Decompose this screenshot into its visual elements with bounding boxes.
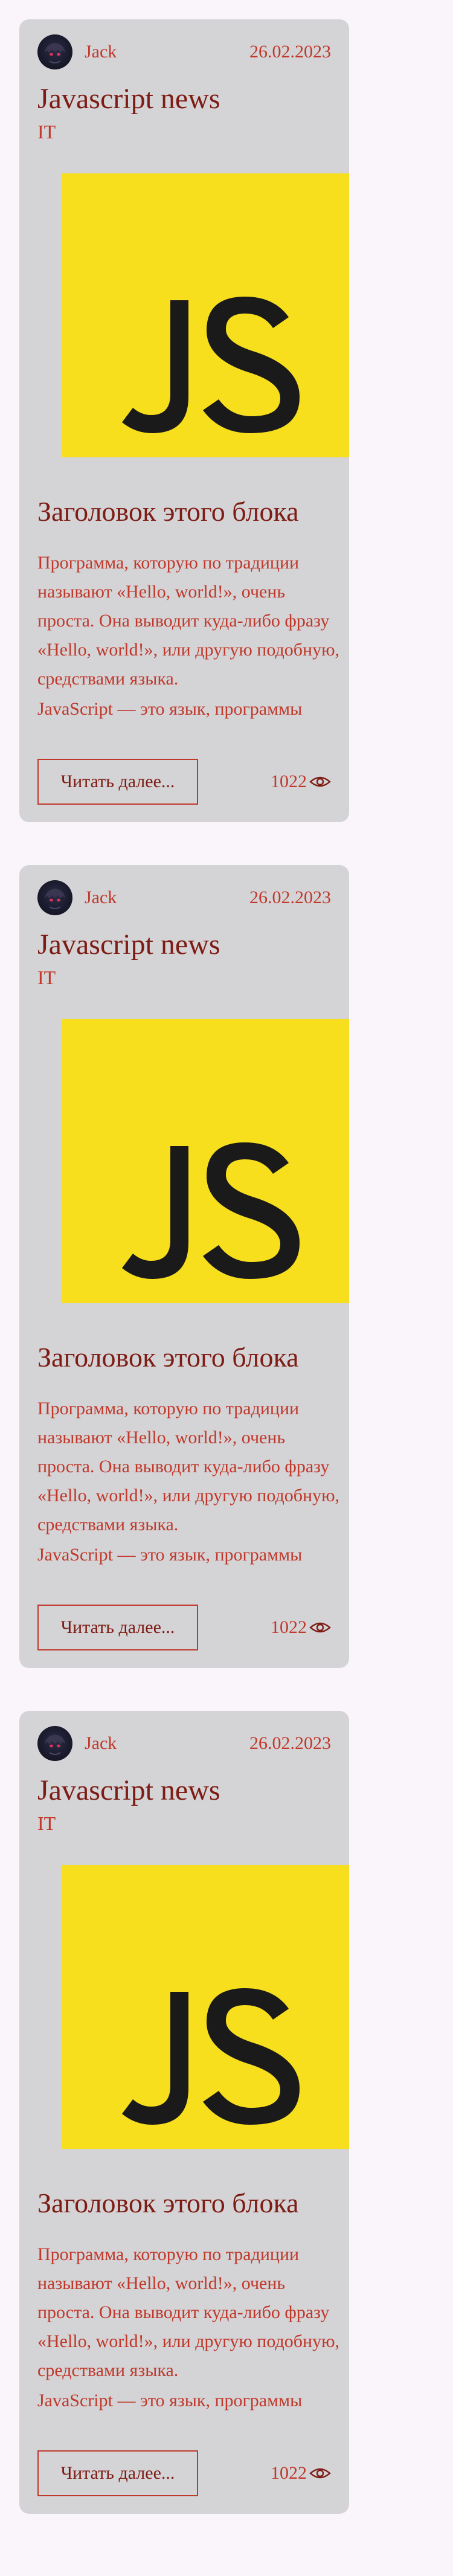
card-description: Программа, которую по традиции называют … — [37, 1394, 339, 1539]
description-text: Программа, которую по традиции называют … — [37, 2244, 339, 2380]
view-count-value: 1022 — [271, 2463, 307, 2483]
author-name[interactable]: Jack — [85, 42, 117, 62]
author-name[interactable]: Jack — [85, 1733, 117, 1754]
news-card: Jack 26.02.2023 Javascript news IT Загол… — [19, 19, 349, 822]
block-title: Заголовок этого блока — [37, 2188, 299, 2218]
anime-character-avatar-icon — [45, 889, 65, 909]
avatar[interactable] — [37, 1726, 72, 1761]
description-text: Программа, которую по традиции называют … — [37, 553, 339, 689]
javascript-logo-icon — [122, 1988, 300, 2125]
view-count-value: 1022 — [271, 771, 307, 791]
anime-character-avatar-icon — [45, 1734, 65, 1755]
eye-icon — [309, 776, 331, 787]
category-tag[interactable]: IT — [37, 1812, 56, 1835]
view-count-value: 1022 — [271, 1617, 307, 1637]
category-tag[interactable]: IT — [37, 967, 56, 989]
view-count: 1022 — [271, 1614, 331, 1641]
description-text: Программа, которую по традиции называют … — [37, 1399, 339, 1534]
read-more-button[interactable]: Читать далее... — [37, 2450, 198, 2496]
read-more-button[interactable]: Читать далее... — [37, 1605, 198, 1650]
news-feed: Jack 26.02.2023 Javascript news IT Загол… — [19, 19, 349, 2557]
view-count: 1022 — [271, 768, 331, 795]
card-header: Jack 26.02.2023 — [37, 880, 331, 915]
card-header: Jack 26.02.2023 — [37, 1726, 331, 1761]
card-image — [62, 1019, 349, 1303]
anime-character-avatar-icon — [45, 43, 65, 63]
card-title[interactable]: Javascript news — [37, 1774, 220, 1807]
card-description: Программа, которую по традиции называют … — [37, 2240, 339, 2385]
javascript-logo-icon — [122, 297, 300, 433]
read-more-button[interactable]: Читать далее... — [37, 759, 198, 805]
publish-date: 26.02.2023 — [249, 1733, 331, 1753]
publish-date: 26.02.2023 — [249, 42, 331, 62]
card-description: Программа, которую по традиции называют … — [37, 549, 339, 694]
avatar[interactable] — [37, 34, 72, 69]
card-excerpt: JavaScript — это язык, программы — [37, 2391, 303, 2410]
block-title: Заголовок этого блока — [37, 1342, 299, 1373]
javascript-logo-icon — [122, 1142, 300, 1279]
card-header: Jack 26.02.2023 — [37, 34, 331, 69]
card-image — [62, 173, 349, 457]
card-excerpt: JavaScript — это язык, программы — [37, 1545, 303, 1565]
card-title[interactable]: Javascript news — [37, 82, 220, 115]
eye-icon — [309, 2468, 331, 2479]
eye-icon — [309, 1622, 331, 1633]
author-name[interactable]: Jack — [85, 887, 117, 908]
card-image — [62, 1865, 349, 2149]
view-count: 1022 — [271, 2460, 331, 2487]
avatar[interactable] — [37, 880, 72, 915]
card-excerpt: JavaScript — это язык, программы — [37, 699, 303, 719]
publish-date: 26.02.2023 — [249, 887, 331, 907]
card-title[interactable]: Javascript news — [37, 928, 220, 961]
news-card: Jack 26.02.2023 Javascript news IT Загол… — [19, 865, 349, 1668]
news-card: Jack 26.02.2023 Javascript news IT Загол… — [19, 1711, 349, 2514]
block-title: Заголовок этого блока — [37, 496, 299, 527]
category-tag[interactable]: IT — [37, 121, 56, 143]
